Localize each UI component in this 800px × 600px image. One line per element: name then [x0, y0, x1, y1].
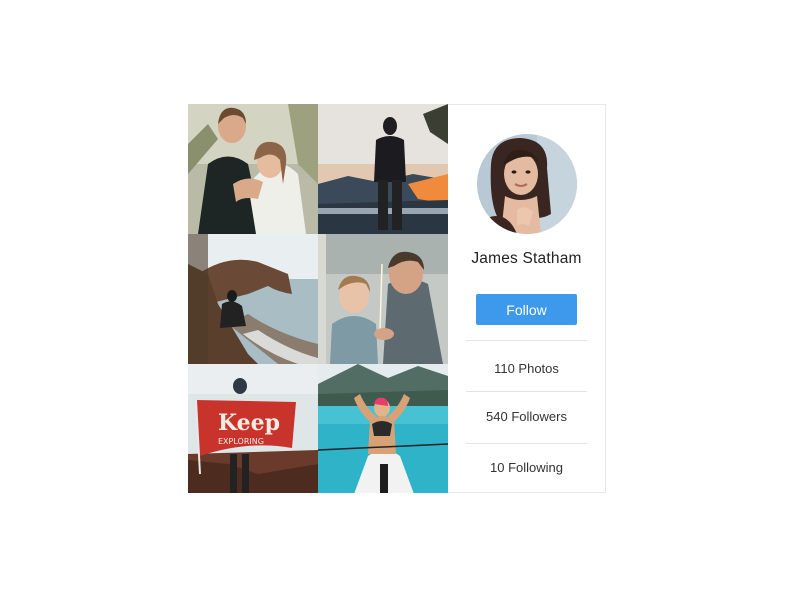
- photo-sunset-man-image: [318, 104, 448, 234]
- photo-flag-image: Keep EXPLORING: [188, 364, 318, 493]
- profile-avatar[interactable]: [477, 134, 577, 234]
- profile-name: James Statham: [471, 250, 582, 267]
- flag-word-exploring: EXPLORING: [218, 437, 264, 446]
- divider: [466, 443, 587, 444]
- followers-count[interactable]: 540 Followers: [448, 408, 605, 426]
- photo-kayak[interactable]: [318, 364, 448, 493]
- photo-couple[interactable]: [188, 104, 318, 234]
- photo-couple-image: [188, 104, 318, 234]
- photo-grid: Keep EXPLORING: [188, 104, 448, 493]
- divider: [466, 340, 587, 341]
- flag-word-keep: Keep: [218, 410, 280, 436]
- divider: [466, 391, 587, 392]
- photo-flag[interactable]: Keep EXPLORING: [188, 364, 318, 493]
- photo-father-child-image: [318, 234, 448, 364]
- photo-father-child[interactable]: [318, 234, 448, 364]
- photos-count[interactable]: 110 Photos: [448, 360, 605, 378]
- photo-coast[interactable]: [188, 234, 318, 364]
- profile-card: Keep EXPLORING James Statham Follow 110 …: [188, 104, 606, 493]
- following-count[interactable]: 10 Following: [448, 459, 605, 477]
- follow-button[interactable]: Follow: [476, 294, 577, 325]
- avatar-image: [477, 134, 577, 234]
- photo-coast-image: [188, 234, 318, 364]
- photo-kayak-image: [318, 364, 448, 493]
- photo-sunset-man[interactable]: [318, 104, 448, 234]
- profile-panel: James Statham Follow 110 Photos 540 Foll…: [448, 104, 606, 493]
